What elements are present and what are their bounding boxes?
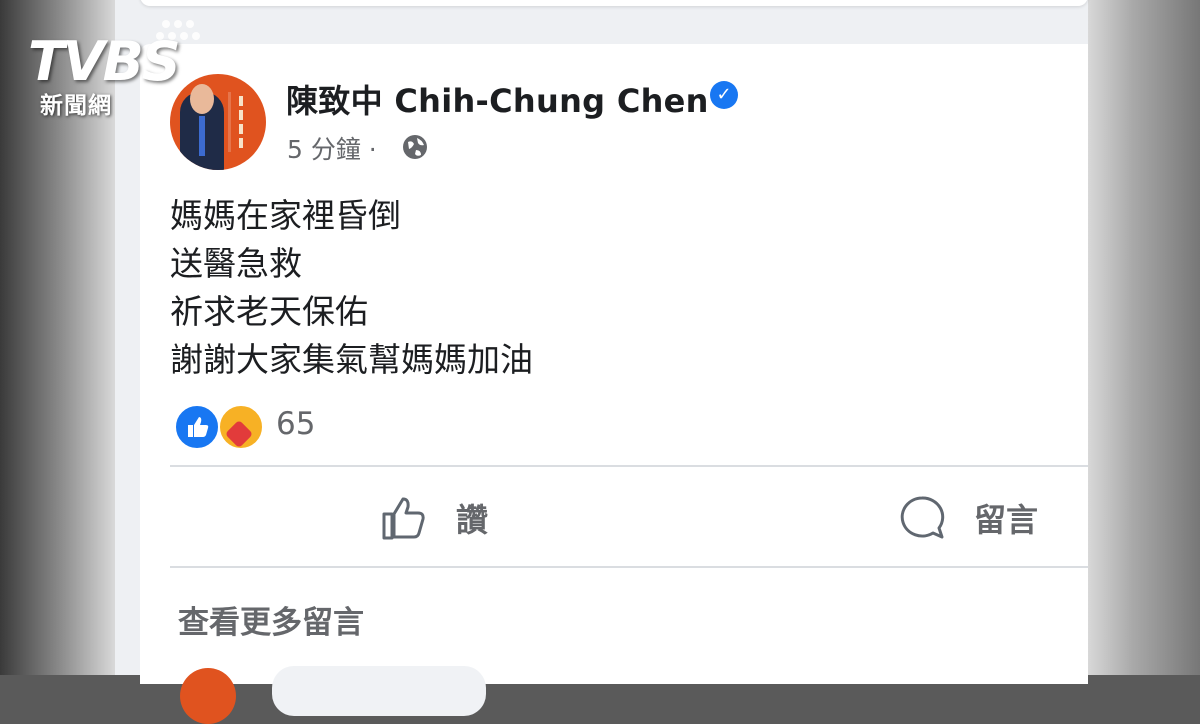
view-more-comments-link[interactable]: 查看更多留言 — [178, 597, 364, 642]
post-line: 祈求老天保佑 — [170, 292, 368, 331]
post-line: 媽媽在家裡昏倒 — [170, 196, 401, 235]
comment-icon — [900, 496, 945, 539]
previous-post-card — [140, 0, 1088, 6]
thumbs-up-icon — [382, 497, 425, 540]
comment-bubble — [272, 666, 486, 716]
avatar-tie — [199, 116, 205, 156]
reaction-count: 65 — [276, 406, 316, 442]
like-button[interactable]: 讚 — [380, 490, 488, 546]
background-right — [1088, 0, 1200, 675]
tvbs-news-logo: TVBS 新聞網 — [28, 16, 218, 119]
like-icon — [174, 404, 220, 450]
logo-subtitle: 新聞網 — [40, 93, 112, 119]
comment-button-label: 留言 — [974, 501, 1039, 539]
divider — [170, 566, 1088, 568]
post-line: 謝謝大家集氣幫媽媽加油 — [170, 340, 533, 379]
post-author-name[interactable]: 陳致中 Chih-Chung Chen — [286, 76, 709, 122]
post-body: 媽媽在家裡昏倒 送醫急救 祈求老天保佑 謝謝大家集氣幫媽媽加油 — [170, 192, 533, 384]
like-button-label: 讚 — [456, 501, 489, 539]
logo-brand: TVBS — [28, 30, 181, 93]
care-icon — [218, 404, 264, 450]
globe-icon — [403, 135, 427, 159]
comment-button[interactable]: 留言 — [898, 490, 1038, 546]
verified-badge-icon: ✓ — [710, 81, 738, 109]
divider — [170, 465, 1088, 467]
post-line: 送醫急救 — [170, 244, 302, 283]
avatar-calligraphy — [228, 92, 261, 152]
post-timestamp[interactable]: 5 分鐘 · — [287, 130, 377, 166]
commenter-avatar[interactable] — [180, 668, 236, 724]
